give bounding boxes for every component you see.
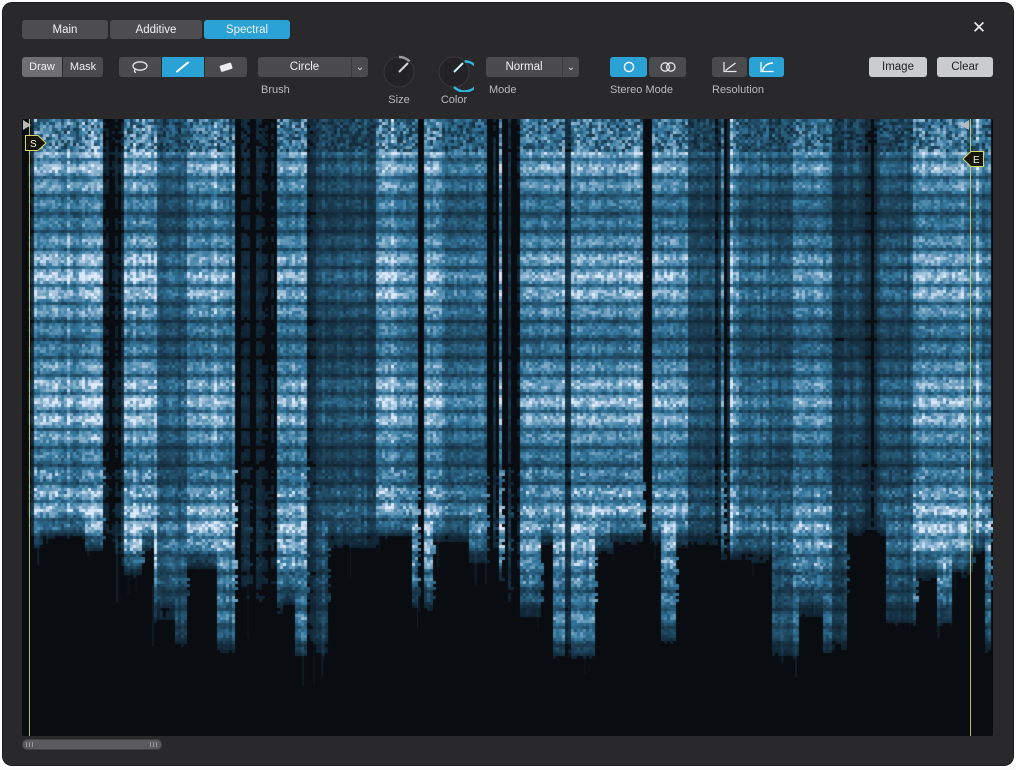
color-label: Color: [432, 94, 476, 106]
linear-resolution-icon: [721, 60, 739, 74]
resolution-group: [712, 57, 784, 77]
eraser-icon: [216, 60, 236, 74]
draw-button[interactable]: Draw: [22, 57, 62, 77]
spectral-editor-page: Main Additive Spectral ✕ Draw Mask Circl…: [0, 0, 1016, 770]
end-marker-flag[interactable]: E: [962, 151, 984, 167]
color-knob[interactable]: [434, 52, 474, 92]
lasso-tool-button[interactable]: [119, 57, 161, 77]
linear-resolution-button[interactable]: [712, 57, 747, 77]
log-resolution-button[interactable]: [749, 57, 784, 77]
start-marker-line[interactable]: [29, 119, 30, 736]
chevron-down-icon: ⌄: [562, 57, 579, 77]
spectrogram-display: S E: [22, 119, 993, 736]
mode-select[interactable]: Normal ⌄: [486, 57, 579, 77]
eraser-tool-button[interactable]: [205, 57, 247, 77]
size-label: Size: [377, 94, 421, 106]
brush-tool-button[interactable]: [162, 57, 204, 77]
stereo-circles-icon: [658, 60, 678, 74]
brush-shape-value: Circle: [258, 57, 351, 77]
tab-main[interactable]: Main: [22, 20, 108, 39]
mode-value: Normal: [486, 57, 562, 77]
draw-mask-toggle: Draw Mask: [22, 57, 103, 77]
stereo-mode-button[interactable]: [649, 57, 686, 77]
scrollbar-grip-right[interactable]: [150, 742, 158, 747]
mask-button[interactable]: Mask: [63, 57, 103, 77]
start-marker-label: S: [30, 139, 37, 150]
clear-button[interactable]: Clear: [937, 57, 993, 77]
brush-shape-select[interactable]: Circle ⌄: [258, 57, 368, 77]
tab-spectral[interactable]: Spectral: [204, 20, 290, 39]
stereo-mode-label: Stereo Mode: [610, 84, 673, 96]
log-resolution-icon: [758, 60, 776, 74]
mono-circle-icon: [619, 60, 639, 74]
stereo-mode-group: [610, 57, 686, 77]
tab-additive[interactable]: Additive: [110, 20, 202, 39]
end-marker-line[interactable]: [970, 119, 971, 736]
mode-label: Mode: [489, 84, 517, 96]
tool-group: [119, 57, 247, 77]
brush-label: Brush: [261, 84, 290, 96]
chevron-down-icon: ⌄: [351, 57, 368, 77]
mono-mode-button[interactable]: [610, 57, 647, 77]
scrollbar-grip-left[interactable]: [26, 742, 34, 747]
horizontal-scrollbar[interactable]: [22, 739, 162, 750]
image-button[interactable]: Image: [869, 57, 927, 77]
close-button[interactable]: ✕: [964, 14, 994, 42]
lasso-icon: [130, 60, 150, 74]
size-knob[interactable]: [379, 52, 419, 92]
spectrogram-canvas[interactable]: [22, 119, 993, 736]
scrollbar-thumb[interactable]: [23, 740, 161, 749]
loop-end-triangle-icon[interactable]: [961, 120, 969, 130]
end-marker-label: E: [973, 155, 980, 166]
pencil-icon: [173, 60, 193, 74]
resolution-label: Resolution: [712, 84, 764, 96]
start-marker-flag[interactable]: S: [25, 135, 47, 151]
